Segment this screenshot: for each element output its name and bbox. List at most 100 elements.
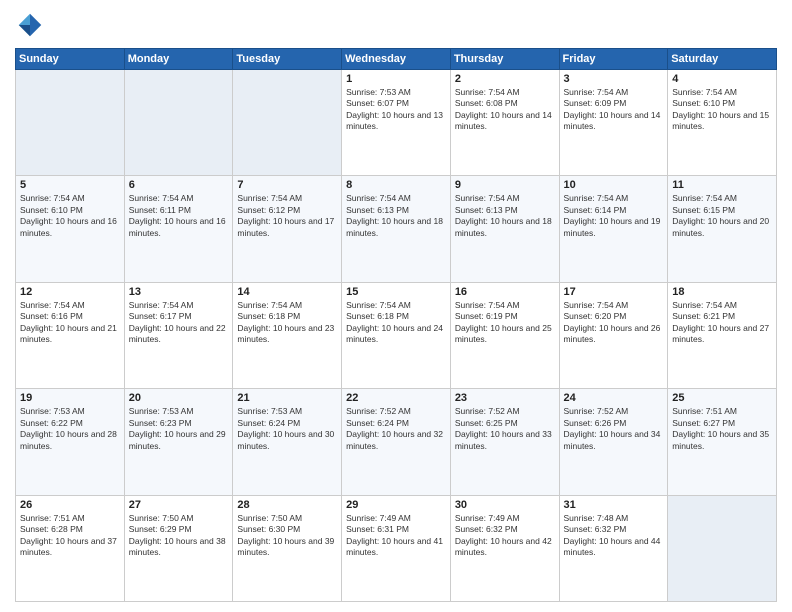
day-number: 1	[346, 73, 446, 85]
weekday-header-sunday: Sunday	[16, 49, 125, 70]
day-number: 8	[346, 179, 446, 191]
day-info: Sunrise: 7:52 AMSunset: 6:24 PMDaylight:…	[346, 406, 443, 450]
week-row-1: 1 Sunrise: 7:53 AMSunset: 6:07 PMDayligh…	[16, 70, 777, 176]
calendar-cell	[233, 70, 342, 176]
calendar-cell: 15 Sunrise: 7:54 AMSunset: 6:18 PMDaylig…	[342, 282, 451, 388]
day-info: Sunrise: 7:54 AMSunset: 6:20 PMDaylight:…	[564, 300, 661, 344]
calendar-cell: 13 Sunrise: 7:54 AMSunset: 6:17 PMDaylig…	[124, 282, 233, 388]
day-info: Sunrise: 7:54 AMSunset: 6:13 PMDaylight:…	[455, 193, 552, 237]
day-number: 28	[237, 499, 337, 511]
calendar-cell: 1 Sunrise: 7:53 AMSunset: 6:07 PMDayligh…	[342, 70, 451, 176]
calendar-cell: 14 Sunrise: 7:54 AMSunset: 6:18 PMDaylig…	[233, 282, 342, 388]
day-info: Sunrise: 7:54 AMSunset: 6:08 PMDaylight:…	[455, 87, 552, 131]
day-number: 20	[129, 392, 229, 404]
calendar-cell: 24 Sunrise: 7:52 AMSunset: 6:26 PMDaylig…	[559, 389, 668, 495]
day-info: Sunrise: 7:53 AMSunset: 6:22 PMDaylight:…	[20, 406, 117, 450]
day-number: 3	[564, 73, 664, 85]
calendar-cell: 20 Sunrise: 7:53 AMSunset: 6:23 PMDaylig…	[124, 389, 233, 495]
day-info: Sunrise: 7:54 AMSunset: 6:21 PMDaylight:…	[672, 300, 769, 344]
calendar-cell: 22 Sunrise: 7:52 AMSunset: 6:24 PMDaylig…	[342, 389, 451, 495]
day-number: 13	[129, 286, 229, 298]
calendar-cell: 27 Sunrise: 7:50 AMSunset: 6:29 PMDaylig…	[124, 495, 233, 601]
day-info: Sunrise: 7:54 AMSunset: 6:19 PMDaylight:…	[455, 300, 552, 344]
weekday-header-friday: Friday	[559, 49, 668, 70]
calendar-cell: 2 Sunrise: 7:54 AMSunset: 6:08 PMDayligh…	[450, 70, 559, 176]
calendar-cell: 25 Sunrise: 7:51 AMSunset: 6:27 PMDaylig…	[668, 389, 777, 495]
weekday-header-monday: Monday	[124, 49, 233, 70]
day-info: Sunrise: 7:54 AMSunset: 6:10 PMDaylight:…	[672, 87, 769, 131]
calendar-cell: 29 Sunrise: 7:49 AMSunset: 6:31 PMDaylig…	[342, 495, 451, 601]
week-row-4: 19 Sunrise: 7:53 AMSunset: 6:22 PMDaylig…	[16, 389, 777, 495]
week-row-5: 26 Sunrise: 7:51 AMSunset: 6:28 PMDaylig…	[16, 495, 777, 601]
calendar-table: SundayMondayTuesdayWednesdayThursdayFrid…	[15, 48, 777, 602]
day-info: Sunrise: 7:54 AMSunset: 6:14 PMDaylight:…	[564, 193, 661, 237]
day-number: 27	[129, 499, 229, 511]
calendar-cell: 23 Sunrise: 7:52 AMSunset: 6:25 PMDaylig…	[450, 389, 559, 495]
calendar-cell: 18 Sunrise: 7:54 AMSunset: 6:21 PMDaylig…	[668, 282, 777, 388]
day-info: Sunrise: 7:54 AMSunset: 6:16 PMDaylight:…	[20, 300, 117, 344]
day-number: 10	[564, 179, 664, 191]
day-info: Sunrise: 7:54 AMSunset: 6:17 PMDaylight:…	[129, 300, 226, 344]
page: SundayMondayTuesdayWednesdayThursdayFrid…	[0, 0, 792, 612]
day-info: Sunrise: 7:48 AMSunset: 6:32 PMDaylight:…	[564, 513, 661, 557]
day-number: 26	[20, 499, 120, 511]
day-info: Sunrise: 7:53 AMSunset: 6:24 PMDaylight:…	[237, 406, 334, 450]
calendar-cell: 17 Sunrise: 7:54 AMSunset: 6:20 PMDaylig…	[559, 282, 668, 388]
day-info: Sunrise: 7:50 AMSunset: 6:30 PMDaylight:…	[237, 513, 334, 557]
calendar-cell: 19 Sunrise: 7:53 AMSunset: 6:22 PMDaylig…	[16, 389, 125, 495]
weekday-header-tuesday: Tuesday	[233, 49, 342, 70]
weekday-header-wednesday: Wednesday	[342, 49, 451, 70]
day-number: 12	[20, 286, 120, 298]
calendar-cell: 10 Sunrise: 7:54 AMSunset: 6:14 PMDaylig…	[559, 176, 668, 282]
day-number: 9	[455, 179, 555, 191]
day-info: Sunrise: 7:54 AMSunset: 6:10 PMDaylight:…	[20, 193, 117, 237]
calendar-cell: 7 Sunrise: 7:54 AMSunset: 6:12 PMDayligh…	[233, 176, 342, 282]
calendar-cell: 3 Sunrise: 7:54 AMSunset: 6:09 PMDayligh…	[559, 70, 668, 176]
calendar-cell: 28 Sunrise: 7:50 AMSunset: 6:30 PMDaylig…	[233, 495, 342, 601]
calendar-cell: 31 Sunrise: 7:48 AMSunset: 6:32 PMDaylig…	[559, 495, 668, 601]
weekday-header-saturday: Saturday	[668, 49, 777, 70]
calendar-cell: 26 Sunrise: 7:51 AMSunset: 6:28 PMDaylig…	[16, 495, 125, 601]
day-info: Sunrise: 7:53 AMSunset: 6:07 PMDaylight:…	[346, 87, 443, 131]
header	[15, 10, 777, 40]
day-info: Sunrise: 7:49 AMSunset: 6:32 PMDaylight:…	[455, 513, 552, 557]
day-number: 24	[564, 392, 664, 404]
day-number: 29	[346, 499, 446, 511]
day-info: Sunrise: 7:54 AMSunset: 6:13 PMDaylight:…	[346, 193, 443, 237]
calendar-cell: 4 Sunrise: 7:54 AMSunset: 6:10 PMDayligh…	[668, 70, 777, 176]
calendar-cell: 5 Sunrise: 7:54 AMSunset: 6:10 PMDayligh…	[16, 176, 125, 282]
logo	[15, 10, 49, 40]
day-number: 25	[672, 392, 772, 404]
day-number: 5	[20, 179, 120, 191]
day-number: 6	[129, 179, 229, 191]
calendar-cell	[16, 70, 125, 176]
weekday-header-thursday: Thursday	[450, 49, 559, 70]
week-row-3: 12 Sunrise: 7:54 AMSunset: 6:16 PMDaylig…	[16, 282, 777, 388]
day-number: 4	[672, 73, 772, 85]
day-number: 7	[237, 179, 337, 191]
day-info: Sunrise: 7:53 AMSunset: 6:23 PMDaylight:…	[129, 406, 226, 450]
logo-icon	[15, 10, 45, 40]
calendar-cell	[124, 70, 233, 176]
calendar-cell: 12 Sunrise: 7:54 AMSunset: 6:16 PMDaylig…	[16, 282, 125, 388]
week-row-2: 5 Sunrise: 7:54 AMSunset: 6:10 PMDayligh…	[16, 176, 777, 282]
day-number: 31	[564, 499, 664, 511]
day-info: Sunrise: 7:52 AMSunset: 6:26 PMDaylight:…	[564, 406, 661, 450]
day-number: 2	[455, 73, 555, 85]
day-number: 11	[672, 179, 772, 191]
day-number: 18	[672, 286, 772, 298]
day-info: Sunrise: 7:52 AMSunset: 6:25 PMDaylight:…	[455, 406, 552, 450]
day-number: 16	[455, 286, 555, 298]
day-number: 23	[455, 392, 555, 404]
day-info: Sunrise: 7:54 AMSunset: 6:18 PMDaylight:…	[346, 300, 443, 344]
calendar-cell: 9 Sunrise: 7:54 AMSunset: 6:13 PMDayligh…	[450, 176, 559, 282]
day-info: Sunrise: 7:54 AMSunset: 6:11 PMDaylight:…	[129, 193, 226, 237]
day-info: Sunrise: 7:54 AMSunset: 6:12 PMDaylight:…	[237, 193, 334, 237]
day-info: Sunrise: 7:50 AMSunset: 6:29 PMDaylight:…	[129, 513, 226, 557]
calendar-cell: 6 Sunrise: 7:54 AMSunset: 6:11 PMDayligh…	[124, 176, 233, 282]
calendar-cell: 11 Sunrise: 7:54 AMSunset: 6:15 PMDaylig…	[668, 176, 777, 282]
day-number: 17	[564, 286, 664, 298]
calendar-cell: 16 Sunrise: 7:54 AMSunset: 6:19 PMDaylig…	[450, 282, 559, 388]
day-number: 22	[346, 392, 446, 404]
weekday-header-row: SundayMondayTuesdayWednesdayThursdayFrid…	[16, 49, 777, 70]
